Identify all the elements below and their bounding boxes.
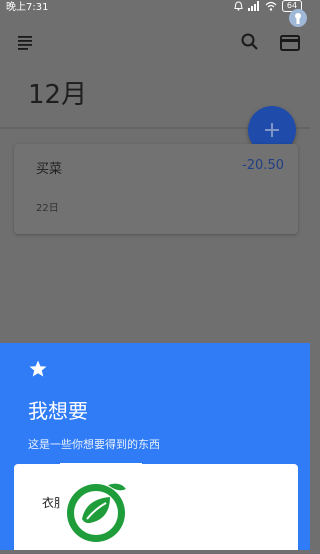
record-amount: -20.50 <box>242 158 284 173</box>
wifi-icon <box>265 1 277 11</box>
record-card[interactable]: 买菜 -20.50 22日 <box>14 144 298 234</box>
sheet-description: 这是一些你想要得到的东西 <box>28 438 160 451</box>
month-title: 12月 <box>28 80 88 110</box>
wishlist-sheet: 我想要 这是一些你想要得到的东西 衣服 <box>0 343 310 550</box>
wish-input-card[interactable]: 衣服 <box>14 464 298 550</box>
sheet-title: 我想要 <box>28 399 88 423</box>
leaf-logo-icon <box>67 483 126 542</box>
menu-icon[interactable] <box>14 28 44 58</box>
card-icon[interactable] <box>276 28 306 58</box>
app-bar <box>0 16 310 66</box>
assistive-icon <box>295 13 301 24</box>
status-time: 晚上7:31 <box>6 2 49 13</box>
alarm-icon <box>234 1 243 11</box>
assistive-touch-button[interactable] <box>289 9 307 27</box>
record-name: 买菜 <box>36 162 63 177</box>
search-icon[interactable] <box>236 28 266 58</box>
logo-overlay <box>60 463 142 550</box>
signal-icon <box>248 1 259 11</box>
status-bar: 晚上7:31 64 <box>0 0 310 16</box>
record-date: 22日 <box>36 203 59 214</box>
star-icon <box>29 360 47 377</box>
